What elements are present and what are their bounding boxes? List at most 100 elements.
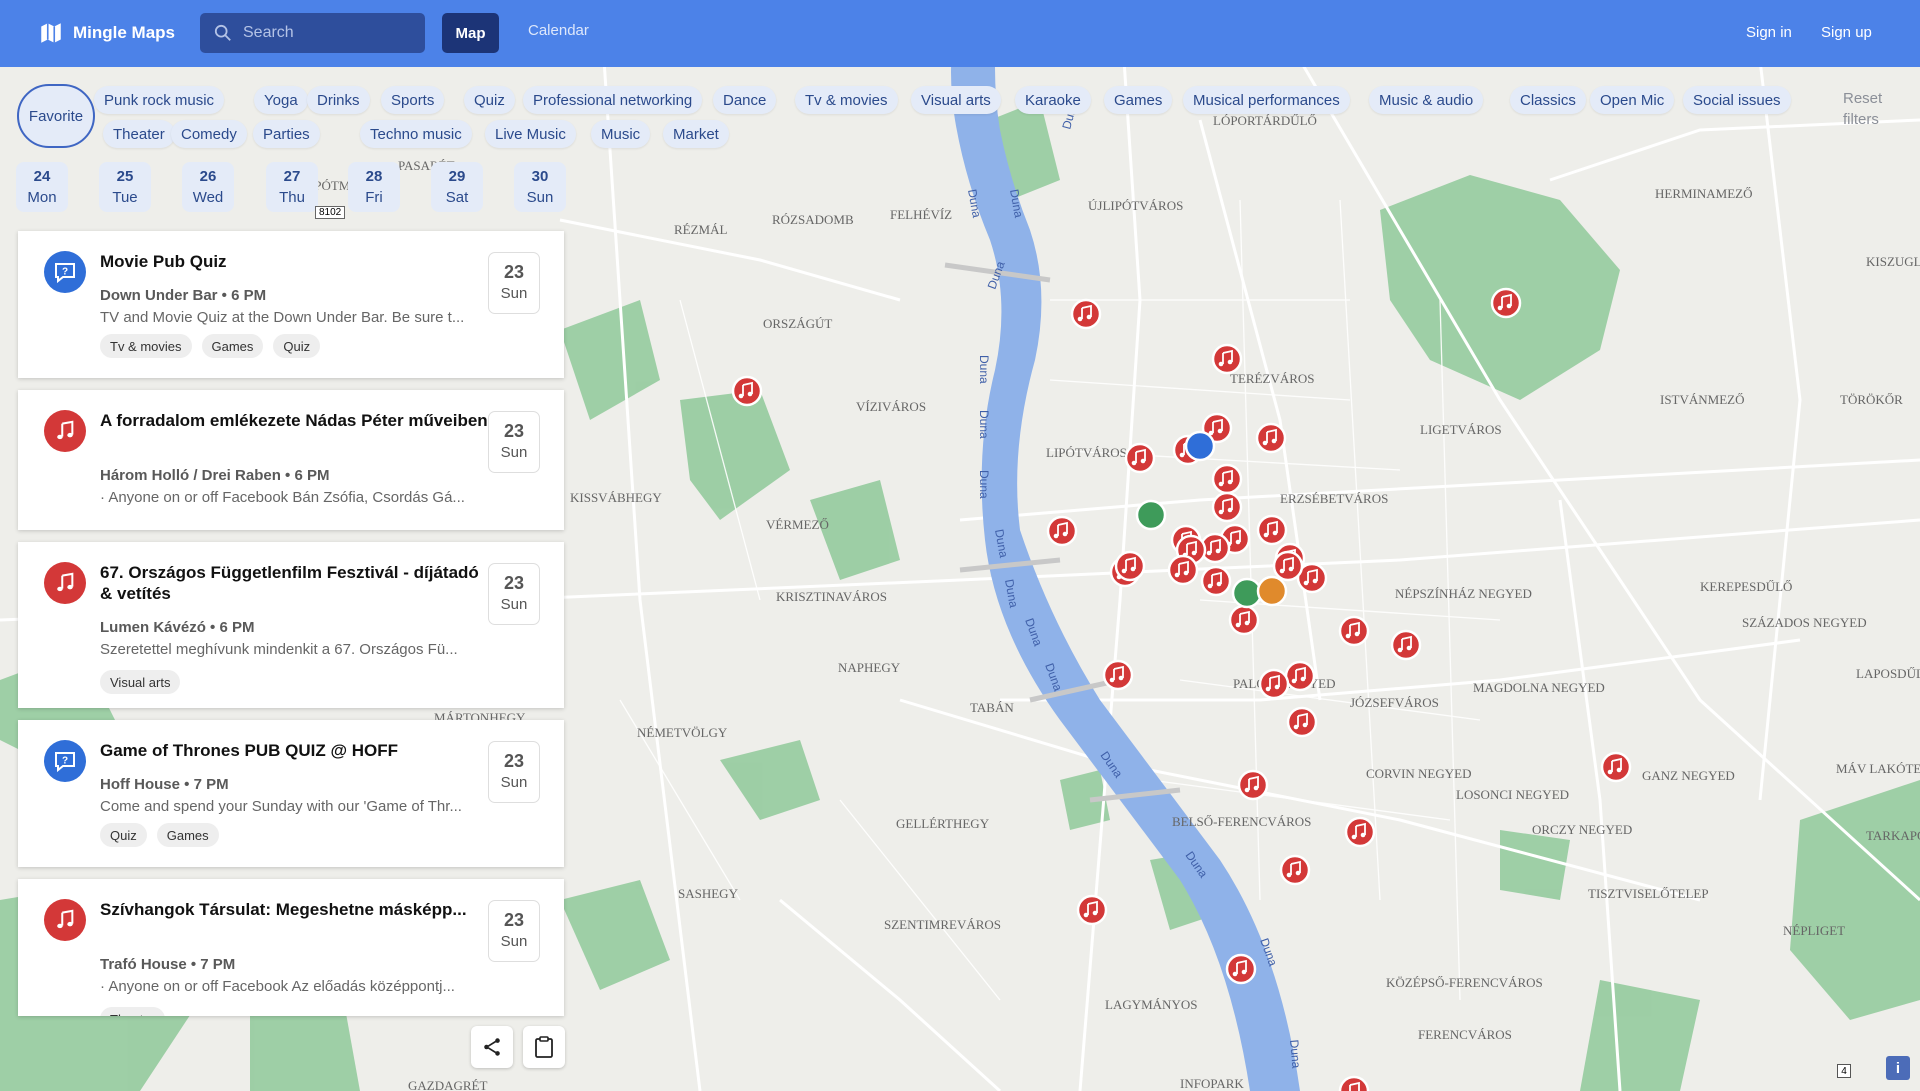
filter-r1-chip[interactable]: Music & audio: [1369, 86, 1484, 114]
svg-text:LIGETVÁROS: LIGETVÁROS: [1420, 422, 1502, 437]
music-event-marker[interactable]: [1200, 565, 1232, 597]
favorite-filter-button[interactable]: Favorite: [17, 84, 95, 148]
music-event-marker[interactable]: [1211, 491, 1243, 523]
brand-logo[interactable]: Mingle Maps: [38, 20, 175, 46]
music-event-marker[interactable]: [1286, 706, 1318, 738]
event-title[interactable]: Movie Pub Quiz: [100, 251, 490, 272]
map-info-button[interactable]: i: [1886, 1056, 1910, 1080]
museum-event-marker[interactable]: [1231, 577, 1263, 609]
music-event-marker[interactable]: [1272, 550, 1304, 582]
sign-up-link[interactable]: Sign up: [1821, 24, 1872, 41]
music-event-marker[interactable]: [1225, 953, 1257, 985]
filter-r2-chip[interactable]: Music: [591, 120, 651, 148]
music-note-icon: [44, 562, 86, 604]
clipboard-button[interactable]: [523, 1026, 565, 1068]
event-tag[interactable]: Quiz: [100, 823, 147, 847]
filter-r1-chip[interactable]: Tv & movies: [795, 86, 898, 114]
event-card[interactable]: Szívhangok Társulat: Megeshetne másképp.…: [18, 879, 564, 1016]
filter-r1-chip[interactable]: Visual arts: [911, 86, 1001, 114]
filter-r2-chip[interactable]: Parties: [253, 120, 320, 148]
day-button[interactable]: 26 Wed: [182, 162, 234, 212]
day-button[interactable]: 25 Tue: [99, 162, 151, 212]
event-title[interactable]: Game of Thrones PUB QUIZ @ HOFF: [100, 740, 490, 761]
day-button[interactable]: 29 Sat: [431, 162, 483, 212]
filter-r1-chip[interactable]: Quiz: [464, 86, 515, 114]
event-title[interactable]: A forradalom emlékezete Nádas Péter műve…: [100, 410, 490, 431]
art-event-marker[interactable]: [1256, 575, 1288, 607]
event-title[interactable]: 67. Országos Függetlenfilm Fesztivál - d…: [100, 562, 490, 604]
nav-map-button[interactable]: Map: [442, 13, 499, 53]
music-event-marker[interactable]: [1490, 287, 1522, 319]
music-event-marker[interactable]: [1258, 668, 1290, 700]
music-event-marker[interactable]: [1255, 422, 1287, 454]
music-event-marker[interactable]: [1211, 463, 1243, 495]
quiz-event-marker[interactable]: [1184, 430, 1216, 462]
search-input[interactable]: [243, 24, 413, 42]
filter-r1-chip[interactable]: Dance: [713, 86, 777, 114]
music-event-marker[interactable]: [1070, 298, 1102, 330]
music-event-marker[interactable]: [1228, 604, 1260, 636]
nav-calendar-link[interactable]: Calendar: [528, 22, 589, 39]
filter-r2-chip[interactable]: Theater: [103, 120, 175, 148]
event-tag[interactable]: Games: [201, 334, 264, 358]
day-button[interactable]: 24 Mon: [16, 162, 68, 212]
filter-r1-chip[interactable]: Musical performances: [1183, 86, 1350, 114]
filter-r2-chip[interactable]: Market: [663, 120, 729, 148]
music-event-marker[interactable]: [1279, 854, 1311, 886]
day-button[interactable]: 27 Thu: [266, 162, 318, 212]
event-tag[interactable]: Quiz: [273, 334, 321, 358]
svg-text:HERMINAMEZŐ: HERMINAMEZŐ: [1655, 186, 1753, 201]
music-event-marker[interactable]: [1114, 550, 1146, 582]
music-event-marker[interactable]: [1390, 629, 1422, 661]
music-event-marker[interactable]: [1256, 514, 1288, 546]
filter-r1-chip[interactable]: Classics: [1510, 86, 1586, 114]
event-tag[interactable]: Theater: [100, 1007, 165, 1016]
filter-r1-chip[interactable]: Karaoke: [1015, 86, 1091, 114]
share-button[interactable]: [471, 1026, 513, 1068]
sign-in-link[interactable]: Sign in: [1746, 24, 1792, 41]
museum-event-marker[interactable]: [1135, 499, 1167, 531]
event-card[interactable]: ? Movie Pub Quiz Down Under Bar • 6 PM TV a…: [18, 231, 564, 378]
music-event-marker[interactable]: [1284, 660, 1316, 692]
music-event-marker[interactable]: [1338, 615, 1370, 647]
event-tag[interactable]: Games: [156, 823, 219, 847]
event-card[interactable]: ? Game of Thrones PUB QUIZ @ HOFF Hoff Hou…: [18, 720, 564, 867]
event-title[interactable]: Szívhangok Társulat: Megeshetne másképp.…: [100, 899, 490, 920]
filter-r1-chip[interactable]: Drinks: [307, 86, 370, 114]
music-event-marker[interactable]: [1124, 442, 1156, 474]
music-event-marker[interactable]: [1211, 343, 1243, 375]
music-event-marker[interactable]: [731, 375, 763, 407]
music-event-marker[interactable]: [1600, 751, 1632, 783]
music-event-marker[interactable]: [1076, 894, 1108, 926]
filter-r1-chip[interactable]: Sports: [381, 86, 445, 114]
search-box[interactable]: [200, 13, 425, 53]
filter-r1-chip[interactable]: Social issues: [1683, 86, 1791, 114]
svg-text:ORCZY NEGYED: ORCZY NEGYED: [1532, 822, 1632, 837]
music-event-marker[interactable]: [1167, 554, 1199, 586]
filter-r1-chip[interactable]: Professional networking: [523, 86, 703, 114]
day-button[interactable]: 28 Fri: [348, 162, 400, 212]
event-tag[interactable]: Visual arts: [100, 670, 181, 694]
music-event-marker[interactable]: [1046, 515, 1078, 547]
day-button[interactable]: 30 Sun: [514, 162, 566, 212]
music-event-marker[interactable]: [1102, 659, 1134, 691]
event-date-badge: 23 Sun: [488, 741, 540, 803]
filter-r2-chip[interactable]: Live Music: [485, 120, 576, 148]
filter-r2-chip[interactable]: Comedy: [171, 120, 247, 148]
filter-r1-chip[interactable]: Games: [1104, 86, 1173, 114]
filter-r1-chip[interactable]: Open Mic: [1590, 86, 1675, 114]
event-card[interactable]: 67. Országos Függetlenfilm Fesztivál - d…: [18, 542, 564, 708]
music-event-marker[interactable]: [1237, 769, 1269, 801]
music-event-marker[interactable]: [1344, 816, 1376, 848]
event-venue-time: Lumen Kávézó • 6 PM: [100, 619, 255, 636]
svg-text:ORSZÁGÚT: ORSZÁGÚT: [763, 316, 832, 331]
svg-text:LAGYMÁNYOS: LAGYMÁNYOS: [1105, 997, 1197, 1012]
event-card[interactable]: A forradalom emlékezete Nádas Péter műve…: [18, 390, 564, 530]
reset-filters-link[interactable]: Reset filters: [1843, 88, 1889, 130]
event-tag[interactable]: Tv & movies: [100, 334, 192, 358]
top-navigation-bar: Mingle Maps Map Calendar Sign in Sign up: [0, 0, 1920, 67]
road-number-sign: 8102: [315, 206, 346, 219]
filter-r1-chip[interactable]: Yoga: [254, 86, 308, 114]
filter-r1-chip[interactable]: Punk rock music: [94, 86, 225, 114]
filter-r2-chip[interactable]: Techno music: [360, 120, 472, 148]
